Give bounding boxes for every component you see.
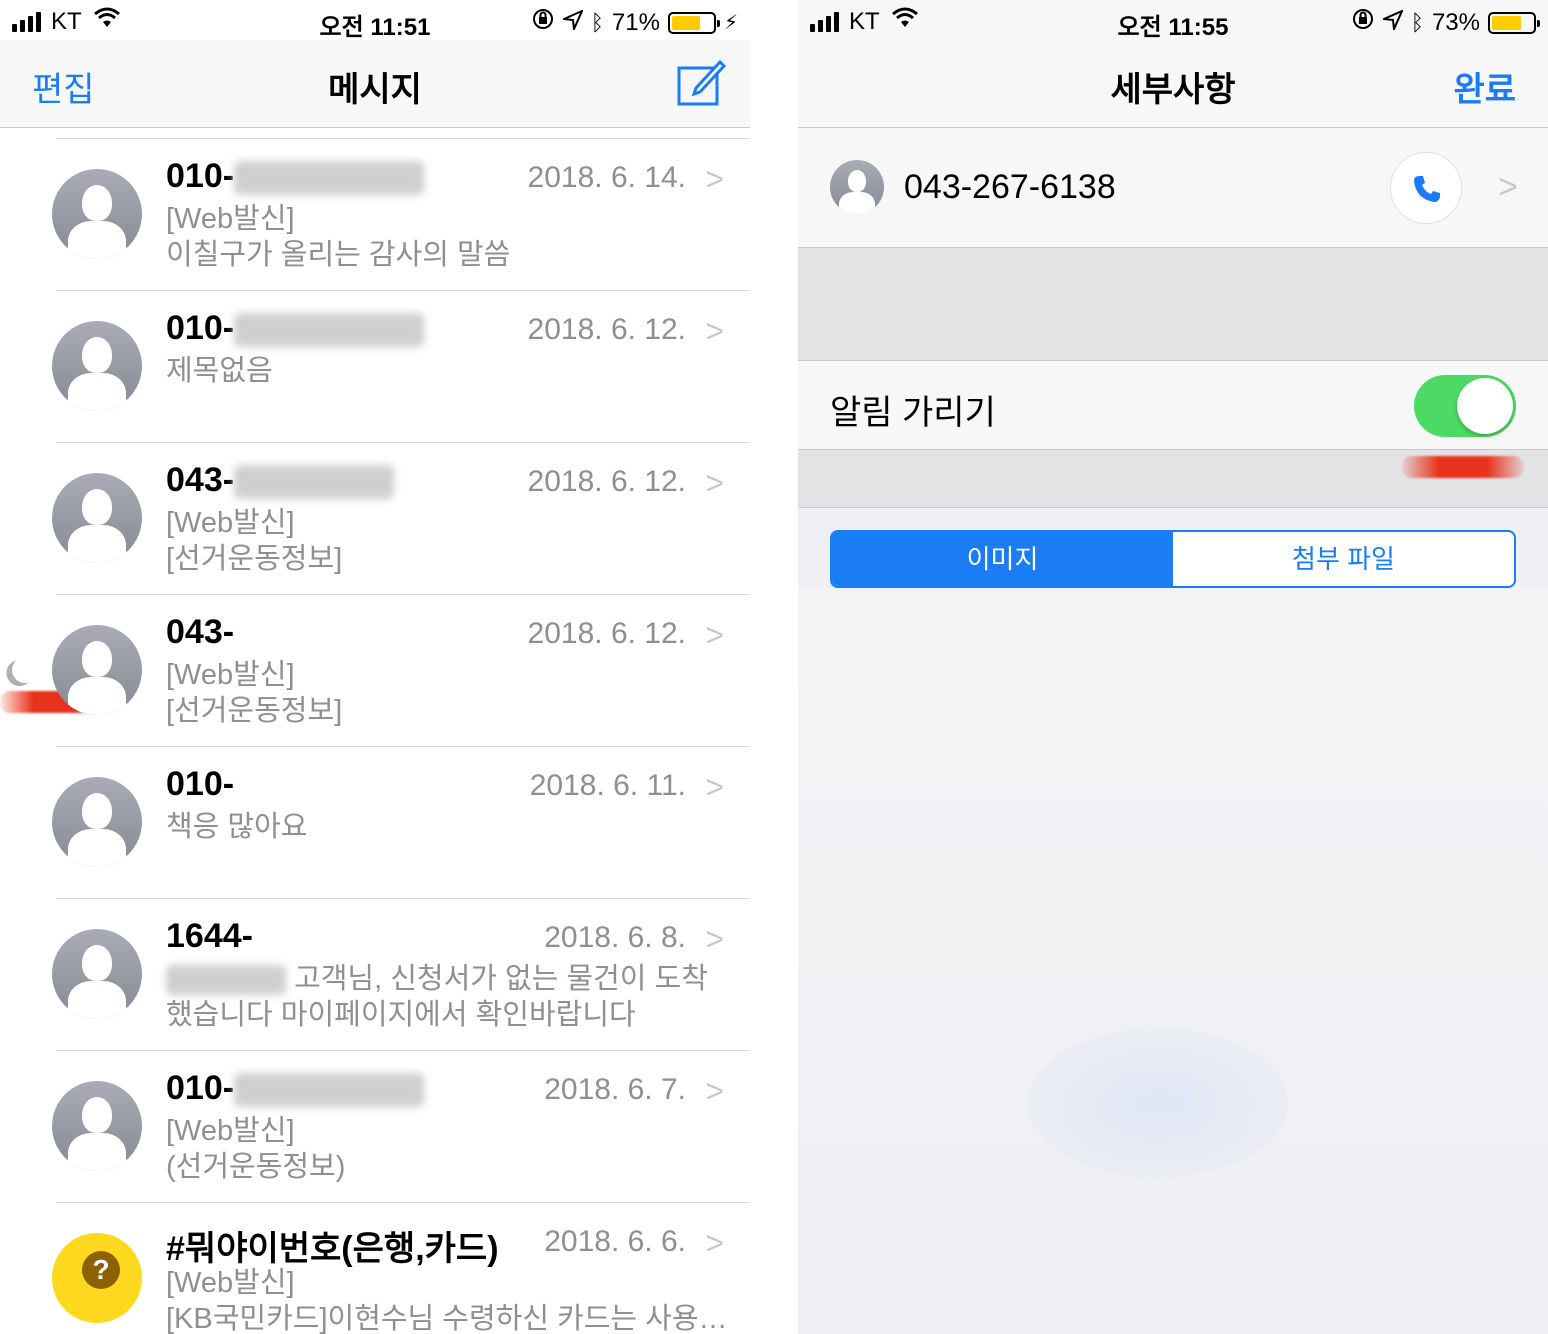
details-screen: KT 오전 11:55 ᛒ 73% 세부사항 완료 043-267-6138 > bbox=[798, 0, 1548, 1334]
question-icon: ? bbox=[82, 1251, 120, 1289]
message-date: 2018. 6. 8. bbox=[544, 921, 686, 954]
navigation-bar: 편집 메시지 bbox=[0, 40, 750, 128]
avatar bbox=[52, 625, 142, 715]
call-button[interactable] bbox=[1390, 152, 1462, 224]
chevron-right-icon: > bbox=[705, 769, 724, 805]
section-spacer bbox=[798, 248, 1548, 360]
red-marker-stroke bbox=[1402, 456, 1524, 478]
battery-percent: 73% bbox=[1431, 8, 1480, 36]
message-date: 2018. 6. 11. bbox=[529, 769, 686, 802]
avatar bbox=[52, 169, 142, 259]
sender-name: 010- bbox=[166, 157, 425, 196]
list-item[interactable]: 1644- 2018. 6. 8. > 고객님, 신청서가 없는 물건이 도착 … bbox=[52, 898, 750, 1050]
bluetooth-icon: ᛒ bbox=[1410, 9, 1424, 35]
charging-icon: ⚡ bbox=[723, 12, 738, 34]
tab-attachments[interactable]: 첨부 파일 bbox=[1173, 532, 1514, 586]
moon-icon bbox=[10, 655, 40, 685]
list-item[interactable]: 010- 2018. 6. 12. > 제목없음 bbox=[52, 290, 750, 442]
list-item[interactable]: 043- 2018. 6. 12. > [Web발신] [선거운동정보] bbox=[0, 594, 750, 746]
message-preview: [Web발신] 이칠구가 올리는 감사의 말씀 bbox=[166, 203, 511, 271]
chevron-right-icon: > bbox=[1498, 168, 1518, 206]
attachments-area bbox=[798, 588, 1548, 1334]
phone-icon bbox=[1414, 176, 1440, 202]
message-date: 2018. 6. 14. bbox=[527, 161, 686, 194]
chevron-right-icon: > bbox=[705, 465, 724, 501]
navigation-bar: 세부사항 완료 bbox=[798, 40, 1548, 128]
message-list: 010- 2018. 6. 14. > [Web발신] 이칠구가 올리는 감사의 … bbox=[0, 138, 750, 1334]
page-title: 메시지 bbox=[328, 71, 422, 109]
chevron-right-icon: > bbox=[705, 161, 724, 197]
messages-screen: KT 오전 11:51 ᛒ 71% ⚡ 편집 메시지 010- 2018. 6.… bbox=[0, 0, 750, 1334]
tab-images[interactable]: 이미지 bbox=[832, 532, 1173, 586]
contact-row[interactable]: 043-267-6138 > bbox=[798, 128, 1548, 248]
message-preview: [Web발신] (선거운동정보) bbox=[166, 1115, 346, 1183]
done-button[interactable]: 완료 bbox=[1453, 62, 1516, 111]
avatar bbox=[830, 160, 884, 214]
message-date: 2018. 6. 6. bbox=[544, 1225, 686, 1258]
message-preview: [Web발신] [선거운동정보] bbox=[166, 659, 343, 727]
list-item[interactable]: 010- 2018. 6. 7. > [Web발신] (선거운동정보) bbox=[52, 1050, 750, 1202]
avatar bbox=[52, 777, 142, 867]
location-icon bbox=[559, 8, 584, 37]
list-item[interactable]: 043- 2018. 6. 12. > [Web발신] [선거운동정보] bbox=[52, 442, 750, 594]
contact-number: 043-267-6138 bbox=[904, 168, 1116, 206]
sender-name: #뭐야이번호(은행,카드) bbox=[166, 1230, 499, 1268]
spam-alert-avatar: ? bbox=[52, 1233, 142, 1323]
message-preview: 제목없음 bbox=[166, 355, 273, 387]
section-spacer bbox=[798, 450, 1548, 508]
status-bar: KT 오전 11:55 ᛒ 73% bbox=[798, 0, 1548, 41]
media-segmented-control: 이미지 첨부 파일 bbox=[830, 530, 1516, 588]
redacted-block bbox=[166, 965, 286, 996]
chevron-right-icon: > bbox=[705, 921, 724, 957]
avatar bbox=[52, 929, 142, 1019]
redacted-block bbox=[234, 465, 395, 500]
message-date: 2018. 6. 12. bbox=[527, 313, 686, 346]
avatar bbox=[52, 1081, 142, 1171]
hide-alerts-label: 알림 가리기 bbox=[830, 394, 996, 432]
compose-icon[interactable] bbox=[676, 58, 727, 108]
message-preview: 고객님, 신청서가 없는 물건이 도착 했습니다 마이페이지에서 확인바랍니다 bbox=[166, 963, 708, 1031]
chevron-right-icon: > bbox=[705, 617, 724, 653]
avatar bbox=[52, 473, 142, 563]
chevron-right-icon: > bbox=[705, 1225, 724, 1261]
battery-percent: 71% bbox=[611, 8, 660, 36]
sender-name: 1644- bbox=[166, 917, 253, 955]
bluetooth-icon: ᛒ bbox=[590, 9, 604, 35]
redacted-block bbox=[234, 313, 425, 348]
list-item[interactable]: 010- 2018. 6. 14. > [Web발신] 이칠구가 올리는 감사의 … bbox=[52, 138, 750, 290]
hide-alerts-row: 알림 가리기 bbox=[798, 360, 1548, 450]
hide-alerts-toggle[interactable] bbox=[1414, 375, 1516, 437]
location-icon bbox=[1379, 8, 1404, 37]
sender-name: 043- bbox=[166, 613, 235, 651]
sender-name: 010- bbox=[166, 765, 235, 803]
divider-gap bbox=[750, 0, 798, 1334]
sender-name: 010- bbox=[166, 1069, 425, 1108]
chevron-right-icon: > bbox=[705, 1073, 724, 1109]
list-item[interactable]: ? #뭐야이번호(은행,카드) 2018. 6. 6. > [Web발신] [KB… bbox=[52, 1202, 750, 1334]
message-date: 2018. 6. 12. bbox=[527, 617, 686, 650]
redacted-block bbox=[234, 161, 425, 196]
battery-icon bbox=[1488, 11, 1540, 34]
list-item[interactable]: 010- 2018. 6. 11. > 책응 많아요 bbox=[52, 746, 750, 898]
rotation-lock-icon bbox=[1351, 7, 1375, 38]
avatar bbox=[52, 321, 142, 411]
message-preview: [Web발신] [KB국민카드]이현수님 수령하신 카드는 사용… bbox=[166, 1267, 728, 1334]
chevron-right-icon: > bbox=[705, 313, 724, 349]
sender-name: 010- bbox=[166, 309, 425, 348]
message-date: 2018. 6. 12. bbox=[527, 465, 686, 498]
message-date: 2018. 6. 7. bbox=[544, 1073, 686, 1106]
page-title: 세부사항 bbox=[1110, 71, 1236, 109]
rotation-lock-icon bbox=[531, 7, 555, 38]
sender-name: 043- bbox=[166, 461, 395, 500]
status-bar: KT 오전 11:51 ᛒ 71% ⚡ bbox=[0, 0, 750, 41]
message-preview: [Web발신] [선거운동정보] bbox=[166, 507, 343, 575]
battery-icon bbox=[667, 11, 720, 34]
redacted-block bbox=[234, 1073, 425, 1108]
message-preview: 책응 많아요 bbox=[166, 811, 308, 843]
